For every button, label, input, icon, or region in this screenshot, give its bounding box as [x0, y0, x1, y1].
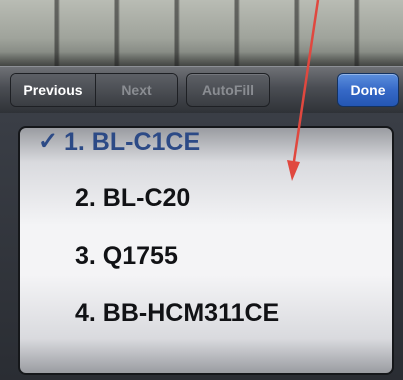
background-photo: [0, 0, 403, 70]
prev-next-segmented-control: Previous Next: [10, 73, 178, 107]
picker-wheel[interactable]: ✓ 1. BL-C1CE 2. BL-C20 3. Q1755 4. BB-HC…: [18, 126, 394, 375]
check-icon: ✓: [38, 128, 59, 155]
picker-frame: ✓ 1. BL-C1CE 2. BL-C20 3. Q1755 4. BB-HC…: [0, 113, 403, 380]
picker-item-label: 4. BB-HCM311CE: [75, 299, 280, 327]
picker-item-2[interactable]: 2. BL-C20: [20, 174, 392, 222]
picker-item-label: 1. BL-C1CE: [64, 128, 201, 156]
previous-button[interactable]: Previous: [11, 74, 96, 106]
picker-item-label: 2. BL-C20: [75, 184, 191, 212]
picker-item-label: 3. Q1755: [75, 242, 178, 270]
done-button[interactable]: Done: [337, 73, 399, 107]
picker-item-3[interactable]: 3. Q1755: [20, 232, 392, 280]
keyboard-toolbar: Previous Next AutoFill Done: [0, 66, 403, 114]
picker-item-1[interactable]: ✓ 1. BL-C1CE: [20, 128, 392, 166]
next-button[interactable]: Next: [96, 74, 177, 106]
autofill-button[interactable]: AutoFill: [186, 73, 270, 107]
picker-item-4[interactable]: 4. BB-HCM311CE: [20, 289, 392, 337]
